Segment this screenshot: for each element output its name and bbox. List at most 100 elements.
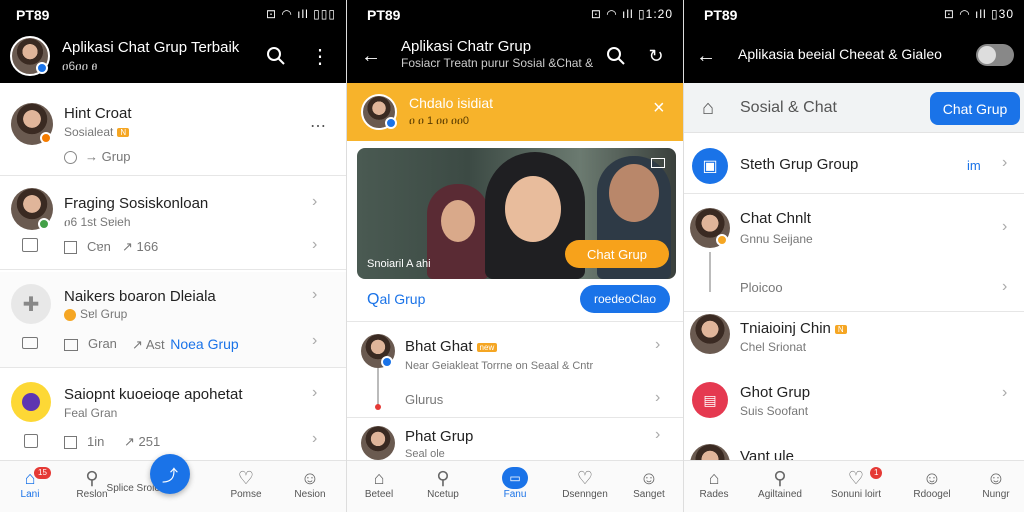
app-root: PT89 ⊡ ◠ ıll ▯▯▯ Aplikasi Chat Grup Terb…: [0, 0, 1024, 512]
chevron-right-icon[interactable]: ›: [312, 236, 317, 254]
book-icon: ▤: [692, 382, 728, 418]
new-badge: new: [476, 342, 498, 352]
list-item[interactable]: Fraging Sosiskonloan ዐ6 1st Sɐieh Cɐn ↗ …: [0, 178, 346, 270]
chat-icon: ▭: [502, 467, 528, 489]
toggle-switch[interactable]: [976, 44, 1014, 66]
chevron-right-icon[interactable]: ›: [1002, 154, 1007, 172]
nav-heart[interactable]: ♡ Pomse: [216, 467, 276, 500]
person-face: [441, 200, 475, 242]
group-banner[interactable]: Chdalo isidiat ዐ ዐ 1 ዐዐ ዐዐ0 ×: [347, 83, 683, 141]
refresh-icon[interactable]: ↻: [643, 42, 669, 70]
list-item[interactable]: Bhat Ghat new Near Geiakleat Torrne on Se…: [347, 324, 683, 384]
carrier-label: PT89: [16, 7, 50, 23]
app-bar: ← Aplikasi Chatr Grup Fosiacr Treatn pur…: [347, 30, 683, 83]
nav-search[interactable]: ⚲ Agiltained: [750, 467, 810, 500]
screen-social-chat: PT89 ⊡ ◠ ıll ▯30 ← Aplikasia beeial Chee…: [683, 0, 1024, 512]
tablet-icon[interactable]: [22, 238, 38, 252]
chevron-right-icon[interactable]: ›: [1002, 278, 1007, 296]
chat-group-cta-button[interactable]: Chat Grup: [565, 240, 669, 268]
search-icon[interactable]: [262, 42, 290, 70]
list-item[interactable]: Chat Chnlt Gnnu Seijane ›: [684, 196, 1024, 260]
person-icon: ☺: [922, 468, 942, 488]
group-photo[interactable]: Snoiaril A ahi Chat Grup: [357, 148, 676, 279]
back-arrow-icon[interactable]: ←: [694, 42, 718, 70]
app-bar: Aplikasi Chat Grup Terbaik ዐ6ዐዐ ፀ ⋮: [0, 30, 346, 83]
search-icon[interactable]: [603, 42, 629, 70]
page-subtitle: ዐ6ዐዐ ፀ: [62, 59, 98, 73]
person-face: [505, 176, 561, 242]
list-item[interactable]: ▣ Steth Grup Group im ›: [684, 136, 1024, 194]
chevron-right-icon[interactable]: ›: [312, 193, 317, 211]
nav-home[interactable]: ⌂ Rades: [684, 467, 744, 500]
list-item[interactable]: Glurus ›: [347, 384, 683, 418]
list-item[interactable]: Hint Croat Sosialeat N → Grup ⋯: [0, 86, 346, 176]
calendar-icon: [64, 436, 77, 450]
chevron-right-icon[interactable]: ›: [312, 384, 317, 402]
compose-fab-button[interactable]: ⤴: [150, 454, 190, 494]
avatar: [361, 426, 395, 460]
list-item[interactable]: ▤ Ghot Grup Suis Soofant ›: [684, 370, 1024, 432]
nav-search[interactable]: ⚲ Ncetup: [413, 467, 473, 500]
home-icon[interactable]: ⌂: [696, 96, 720, 120]
chevron-right-icon[interactable]: ›: [312, 332, 317, 350]
avatar: [11, 382, 51, 422]
stat-calendar: Cɐn: [64, 239, 111, 255]
screen-group-list: PT89 ⊡ ◠ ıll ▯▯▯ Aplikasi Chat Grup Terb…: [0, 0, 346, 512]
row-subtitle: Chel Srionat: [740, 340, 807, 354]
person-icon: ☺: [639, 468, 659, 488]
chevron-right-icon[interactable]: ›: [312, 430, 317, 448]
more-vert-icon[interactable]: ⋮: [308, 42, 332, 70]
nav-account[interactable]: ☺ Nungr: [966, 467, 1024, 500]
chevron-right-icon[interactable]: ›: [655, 426, 660, 444]
flag-icon[interactable]: [24, 434, 38, 448]
calendar-icon: [64, 241, 77, 255]
list-item[interactable]: Tniaioinj Chin N Chel Srionat: [684, 312, 1024, 368]
page-title: Aplikasia beeial Cheeat & Gialeo: [738, 46, 942, 62]
stat-check: Gran: [64, 336, 117, 351]
list-item[interactable]: Vant ule: [684, 434, 1024, 484]
page-subtitle: Fosiacr Treatn purur Sosial &Chat &: [401, 56, 594, 70]
list-item[interactable]: ✚ Naikers boaron Dleiala Sɐl Grup Gran ↗…: [0, 272, 346, 368]
chevron-right-icon[interactable]: ›: [655, 336, 660, 354]
chevron-right-icon[interactable]: ›: [312, 286, 317, 304]
bottom-nav: ⌂ Beteel ⚲ Ncetup ▭ Fanu ♡ Dsenngen ☺ Sanget: [347, 460, 683, 512]
join-button[interactable]: roedeoClao: [580, 285, 670, 313]
search-icon: ⚲: [773, 468, 787, 488]
more-horiz-icon[interactable]: ⋯: [310, 116, 326, 136]
verified-icon: [381, 356, 393, 368]
row-subtitle: Gnnu Seijane: [740, 232, 813, 246]
chat-group-button[interactable]: Chat Grup: [930, 92, 1020, 125]
nav-profile[interactable]: ☺ Rdoogel: [902, 467, 962, 500]
share-icon: ↗: [122, 239, 133, 254]
search-row: Qal Grup roedeoClao: [347, 282, 683, 322]
coin-icon: [64, 308, 76, 321]
home-icon: ⌂: [373, 468, 385, 488]
row-subtitle: ዐ6 1st Sɐieh: [64, 215, 131, 229]
close-icon[interactable]: ×: [653, 97, 665, 120]
nav-profile[interactable]: ☺ Sanget: [619, 467, 679, 500]
search-field[interactable]: Qal Grup: [367, 291, 425, 309]
carrier-label: PT89: [704, 7, 738, 23]
chevron-right-icon[interactable]: ›: [655, 389, 660, 407]
list-item[interactable]: Ploicoo ›: [684, 260, 1024, 312]
back-arrow-icon[interactable]: ←: [359, 42, 383, 70]
bottom-nav: ⌂ Rades ⚲ Agiltained ♡ Sonuni loirt 1 ☺ Rdoo…: [684, 460, 1024, 512]
row-title: Glurus: [405, 392, 444, 407]
nav-chat[interactable]: ▭ Fanu: [485, 467, 545, 500]
gallery-icon[interactable]: [651, 158, 665, 168]
status-bar: PT89 ⊡ ◠ ıll ▯1:20: [347, 0, 683, 30]
chevron-right-icon[interactable]: ›: [1002, 384, 1007, 402]
tablet-icon[interactable]: [22, 337, 38, 349]
heart-icon: ♡: [576, 468, 594, 488]
group-link[interactable]: Noea Grup: [170, 336, 238, 352]
nav-heart[interactable]: ♡ Dsenngen: [555, 467, 615, 500]
list-item[interactable]: Phat Grup Seal ole ›: [347, 420, 683, 460]
row-title: Bhat Ghat new: [405, 338, 498, 355]
nav-home[interactable]: ⌂ Lani: [0, 467, 60, 500]
search-icon: Q: [367, 291, 380, 308]
chevron-right-icon[interactable]: ›: [1002, 218, 1007, 236]
list-item[interactable]: Saiopnt kuoeioqe apohetat Feal Gran 1in …: [0, 370, 346, 460]
row-title: Tniaioinj Chin N: [740, 320, 847, 337]
nav-profile[interactable]: ☺ Nesion: [280, 467, 340, 500]
nav-home[interactable]: ⌂ Beteel: [349, 467, 409, 500]
